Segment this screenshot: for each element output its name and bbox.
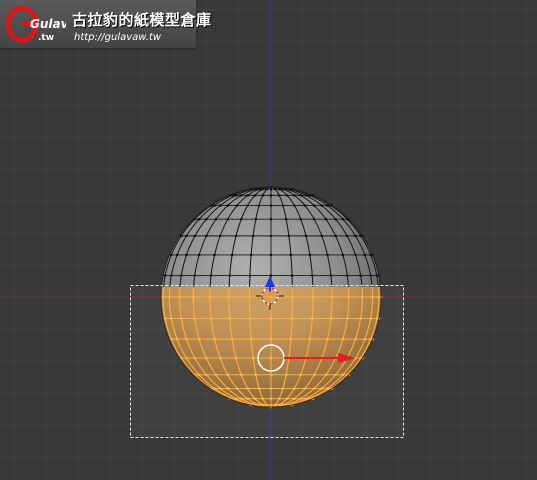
mesh-vertex[interactable] (269, 234, 273, 238)
watermark-url: http://gulavaw.tw (74, 32, 162, 43)
mesh-vertex[interactable] (261, 194, 265, 197)
mesh-vertex[interactable] (285, 194, 289, 197)
mesh-vertex[interactable] (334, 217, 337, 221)
mesh-vertex[interactable] (293, 194, 296, 197)
mesh-vertex[interactable] (209, 274, 213, 277)
mesh-vertex[interactable] (369, 274, 372, 277)
mesh-vertex[interactable] (234, 234, 238, 238)
3d-viewport[interactable]: Gulav .tw 古拉豹的紙模型倉庫 http://gulavaw.tw (0, 0, 537, 480)
mesh-vertex[interactable] (269, 194, 273, 197)
watermark-banner: Gulav .tw 古拉豹的紙模型倉庫 http://gulavaw.tw (0, 0, 211, 48)
mesh-vertex[interactable] (246, 194, 249, 197)
mesh-vertex[interactable] (341, 253, 345, 257)
mesh-vertex[interactable] (218, 234, 222, 238)
mesh-vertex[interactable] (354, 253, 357, 257)
mesh-vertex[interactable] (354, 234, 357, 238)
mesh-vertex[interactable] (334, 234, 337, 238)
svg-text:Gulav: Gulav (30, 17, 66, 31)
mesh-vertex[interactable] (345, 274, 349, 277)
mesh-vertex[interactable] (273, 187, 277, 191)
mesh-vertex[interactable] (269, 204, 273, 207)
mesh-vertex[interactable] (218, 204, 222, 207)
mesh-vertex[interactable] (185, 234, 188, 238)
mesh-vertex[interactable] (299, 217, 303, 221)
mesh-vertex[interactable] (257, 204, 261, 207)
mesh-vertex[interactable] (248, 274, 252, 277)
mesh-vertex[interactable] (310, 274, 314, 277)
mesh-vertex[interactable] (287, 234, 291, 238)
mesh-vertex[interactable] (193, 234, 197, 238)
mesh-vertex[interactable] (265, 187, 269, 191)
mesh-vertex[interactable] (341, 217, 345, 221)
mesh-vertex[interactable] (299, 194, 303, 197)
mesh-vertex[interactable] (320, 234, 324, 238)
mesh-vertex[interactable] (312, 204, 316, 207)
mesh-vertex[interactable] (170, 274, 173, 277)
mesh-vertex[interactable] (261, 187, 265, 191)
mesh-vertex[interactable] (205, 234, 208, 238)
mesh-vertex[interactable] (253, 194, 257, 197)
mesh-vertex[interactable] (239, 194, 243, 197)
mesh-vertex[interactable] (284, 217, 288, 221)
mesh-vertex[interactable] (249, 253, 253, 257)
mesh-vertex[interactable] (277, 194, 281, 197)
mesh-vertex[interactable] (277, 187, 281, 191)
mesh-vertex[interactable] (281, 204, 285, 207)
mesh-vertex[interactable] (359, 274, 363, 277)
mesh-vertex[interactable] (254, 217, 258, 221)
mesh-vertex[interactable] (197, 217, 201, 221)
mesh-vertex[interactable] (213, 204, 216, 207)
mesh-vertex[interactable] (175, 253, 179, 257)
mesh-vertex[interactable] (197, 253, 201, 257)
svg-text:.tw: .tw (38, 33, 54, 43)
mesh-vertex[interactable] (290, 274, 294, 277)
viewport-scene[interactable] (0, 0, 537, 480)
mesh-vertex[interactable] (345, 234, 349, 238)
mesh-vertex[interactable] (324, 217, 328, 221)
mesh-vertex[interactable] (329, 274, 333, 277)
mesh-vertex[interactable] (179, 274, 183, 277)
mesh-vertex[interactable] (326, 253, 329, 257)
mesh-vertex[interactable] (308, 253, 312, 257)
mesh-vertex[interactable] (304, 234, 308, 238)
watermark-title: 古拉豹的紙模型倉庫 (72, 11, 212, 29)
mesh-vertex[interactable] (205, 217, 208, 221)
mesh-vertex[interactable] (235, 204, 239, 207)
mesh-vertex[interactable] (163, 274, 167, 277)
mesh-vertex[interactable] (226, 217, 230, 221)
mesh-vertex[interactable] (326, 204, 329, 207)
mesh-vertex[interactable] (269, 253, 273, 257)
mesh-vertex[interactable] (304, 194, 308, 197)
mesh-vertex[interactable] (303, 204, 307, 207)
mesh-vertex[interactable] (320, 204, 324, 207)
mesh-vertex[interactable] (239, 217, 243, 221)
mesh-vertex[interactable] (246, 204, 249, 207)
box-select-rectangle[interactable] (130, 285, 404, 438)
gulavaw-logo-icon: Gulav .tw (6, 5, 66, 43)
mesh-vertex[interactable] (289, 253, 293, 257)
mesh-vertex[interactable] (269, 217, 273, 221)
mesh-vertex[interactable] (193, 274, 197, 277)
mesh-vertex[interactable] (230, 253, 234, 257)
mesh-vertex[interactable] (213, 253, 216, 257)
mesh-vertex[interactable] (228, 274, 232, 277)
mesh-vertex[interactable] (226, 204, 230, 207)
mesh-vertex[interactable] (293, 204, 296, 207)
mesh-vertex[interactable] (185, 253, 188, 257)
mesh-vertex[interactable] (363, 253, 367, 257)
mesh-vertex[interactable] (234, 194, 238, 197)
mesh-vertex[interactable] (312, 217, 316, 221)
mesh-vertex[interactable] (214, 217, 218, 221)
mesh-vertex[interactable] (170, 253, 173, 257)
mesh-vertex[interactable] (251, 234, 255, 238)
